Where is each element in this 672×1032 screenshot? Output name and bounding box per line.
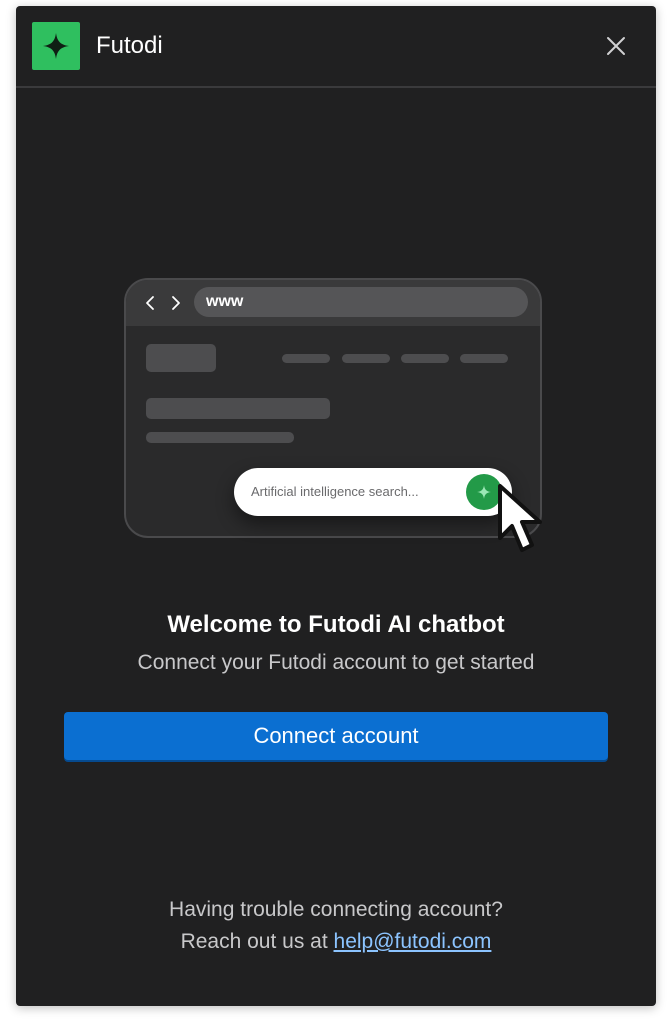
placeholder-logo xyxy=(146,344,216,372)
help-contact-line: Reach out us at help@futodi.com xyxy=(16,928,656,956)
connect-account-button[interactable]: Connect account xyxy=(64,712,608,760)
support-email-link[interactable]: help@futodi.com xyxy=(334,930,492,953)
app-logo xyxy=(32,22,80,70)
placeholder-nav-item xyxy=(401,354,449,363)
placeholder-nav-item xyxy=(342,354,390,363)
url-bar: www xyxy=(194,287,528,317)
placeholder-heading xyxy=(146,398,330,419)
welcome-subtitle: Connect your Futodi account to get start… xyxy=(137,651,535,674)
placeholder-nav-item xyxy=(282,354,330,363)
panel-header: Futodi xyxy=(16,6,656,88)
sparkle-icon xyxy=(43,33,69,59)
welcome-title: Welcome to Futodi AI chatbot xyxy=(167,611,505,638)
chevron-left-icon xyxy=(146,296,154,310)
placeholder-text xyxy=(146,432,294,443)
sparkle-icon xyxy=(477,485,491,499)
search-placeholder: Artificial intelligence search... xyxy=(251,484,419,499)
search-illustration: Artificial intelligence search... xyxy=(234,468,512,516)
close-icon xyxy=(607,37,625,55)
placeholder-nav-item xyxy=(460,354,508,363)
help-contact-prefix: Reach out us at xyxy=(180,930,328,953)
chevron-right-icon xyxy=(172,296,180,310)
url-text: www xyxy=(206,293,244,310)
chatbot-panel: Futodi www Artificial intelligence searc… xyxy=(16,6,656,1006)
app-title: Futodi xyxy=(96,32,163,59)
close-button[interactable] xyxy=(600,30,632,62)
browser-toolbar: www xyxy=(126,280,540,326)
pointer-cursor-icon xyxy=(498,484,542,552)
help-text: Having trouble connecting account? xyxy=(169,898,503,921)
